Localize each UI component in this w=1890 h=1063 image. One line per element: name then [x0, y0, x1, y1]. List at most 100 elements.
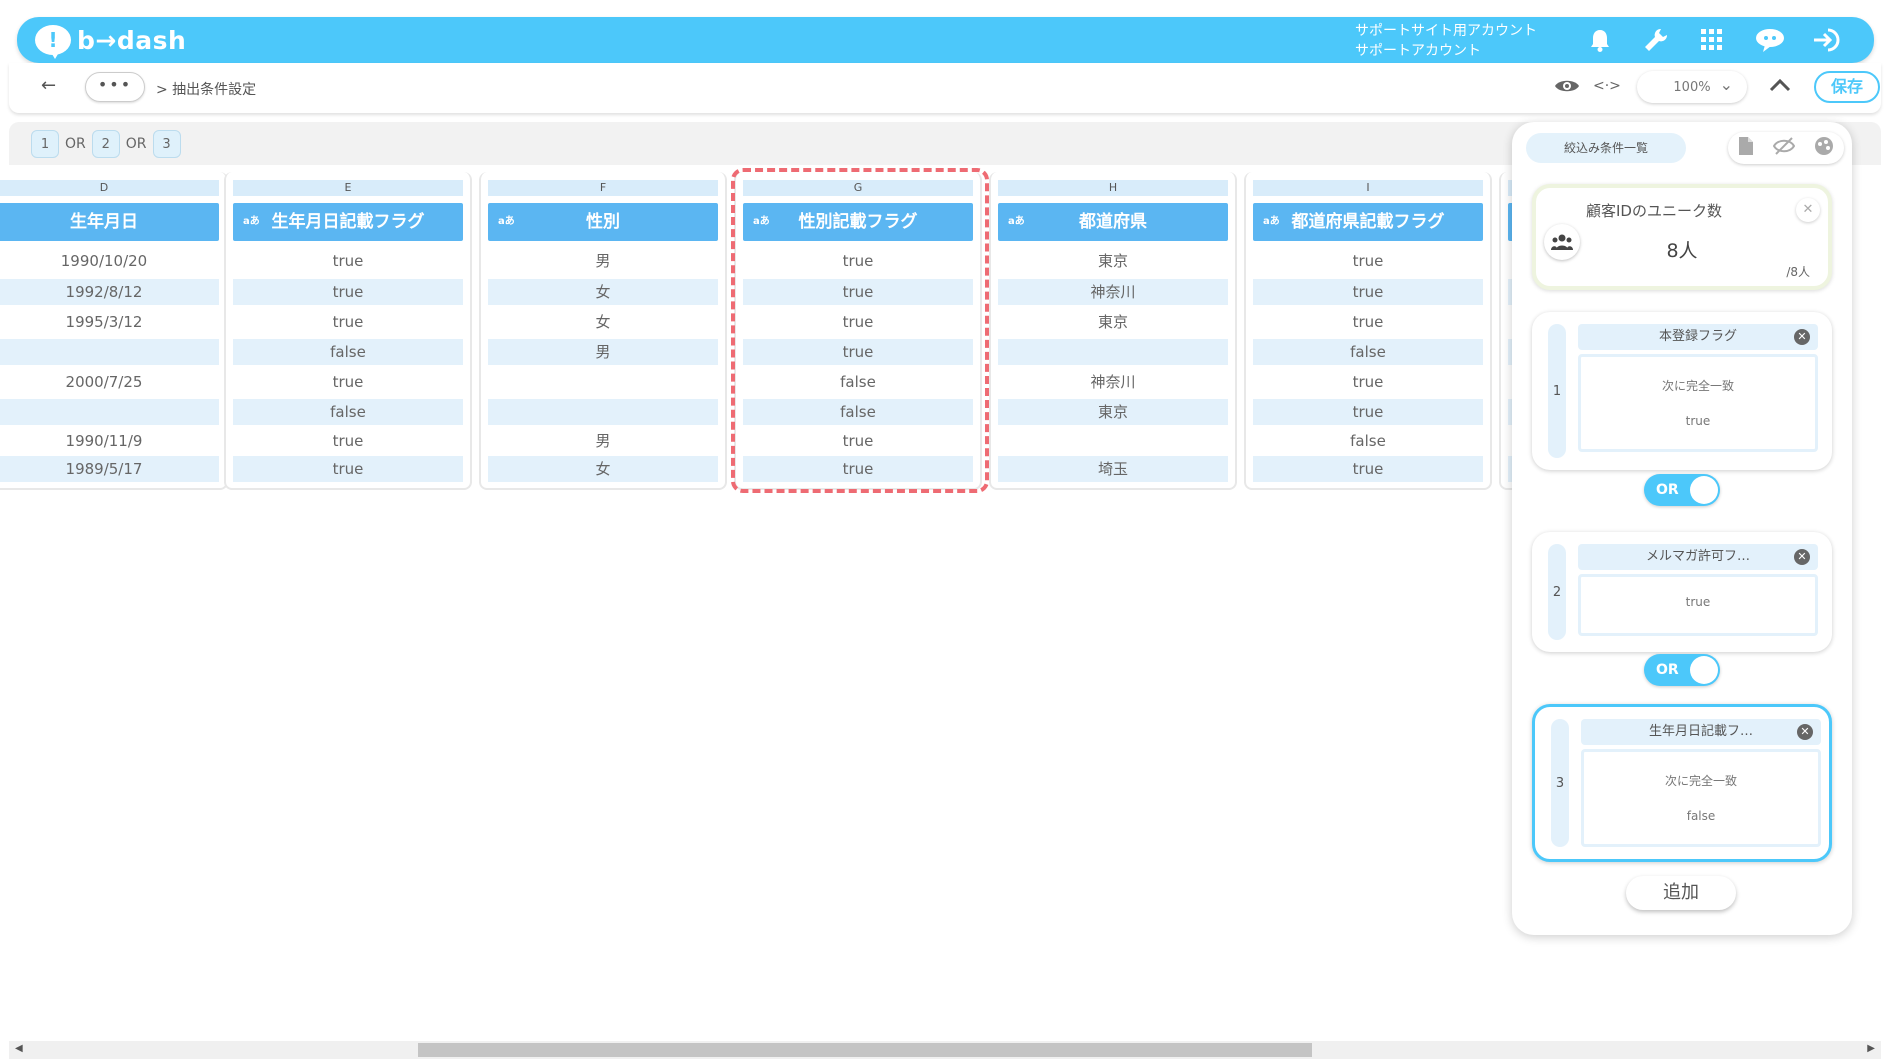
logout-icon[interactable]: [1812, 25, 1842, 55]
table-cell[interactable]: 神奈川: [998, 279, 1228, 305]
wrench-icon[interactable]: [1641, 25, 1671, 55]
toggle-label: OR: [1656, 662, 1679, 678]
toggle-label: OR: [1656, 482, 1679, 498]
table-cell[interactable]: false: [1253, 430, 1483, 452]
zoom-select[interactable]: 100% ⌄: [1637, 71, 1747, 103]
scroll-thumb[interactable]: [418, 1043, 1312, 1057]
bell-icon[interactable]: [1585, 25, 1615, 55]
app-logo[interactable]: ! b→dash: [35, 25, 186, 59]
table-cell[interactable]: 2000/7/25: [0, 369, 219, 395]
save-button[interactable]: 保存: [1814, 71, 1880, 103]
table-cell[interactable]: [488, 369, 718, 395]
table-cell[interactable]: 東京: [998, 248, 1228, 274]
column-header[interactable]: aあ 都道府県: [998, 203, 1228, 241]
column-header[interactable]: aあ 生年月日記載フラグ: [233, 203, 463, 241]
table-cell[interactable]: [0, 339, 219, 365]
column-header[interactable]: 生年月日: [0, 203, 219, 241]
table-cell[interactable]: true: [233, 309, 463, 335]
column-title: 生年月日: [70, 212, 138, 232]
table-cell[interactable]: true: [233, 279, 463, 305]
column-letter[interactable]: E: [233, 180, 463, 196]
account-info[interactable]: サポートサイト用アカウント サポートアカウント: [1355, 21, 1537, 61]
condition-value: true: [1685, 595, 1711, 609]
table-cell[interactable]: true: [233, 430, 463, 452]
table-cell[interactable]: false: [233, 339, 463, 365]
column-letter[interactable]: H: [998, 180, 1228, 196]
table-cell[interactable]: 1990/10/20: [0, 248, 219, 274]
table-cell[interactable]: [998, 339, 1228, 365]
table-cell[interactable]: 1989/5/17: [0, 456, 219, 482]
eye-icon[interactable]: [1554, 77, 1580, 99]
column-letter[interactable]: I: [1253, 180, 1483, 196]
table-cell[interactable]: true: [1253, 399, 1483, 425]
add-condition-button[interactable]: 追加: [1626, 876, 1736, 910]
condition-match: 次に完全一致: [1664, 774, 1737, 788]
condition-body[interactable]: 次に完全一致 false: [1581, 749, 1821, 847]
table-cell[interactable]: false: [1253, 339, 1483, 365]
apps-grid-icon[interactable]: [1697, 25, 1727, 55]
back-arrow-icon[interactable]: ←: [41, 75, 56, 96]
condition-body[interactable]: true: [1578, 574, 1818, 636]
table-cell[interactable]: [488, 399, 718, 425]
table-cell[interactable]: 男: [488, 430, 718, 452]
table-cell[interactable]: 1990/11/9: [0, 430, 219, 452]
condition-card-2[interactable]: 2 メルマガ許可フ… ✕ true: [1532, 532, 1832, 652]
eye-off-icon[interactable]: [1772, 136, 1796, 161]
text-type-icon: aあ: [1263, 216, 1280, 227]
horizontal-scrollbar[interactable]: ◀ ▶: [9, 1041, 1881, 1059]
table-cell[interactable]: [0, 399, 219, 425]
remove-condition-icon[interactable]: ✕: [1797, 724, 1813, 740]
table-cell[interactable]: [998, 430, 1228, 452]
table-cell[interactable]: true: [233, 248, 463, 274]
table-cell[interactable]: true: [1253, 248, 1483, 274]
table-cell[interactable]: true: [233, 369, 463, 395]
more-button[interactable]: •••: [85, 72, 145, 102]
table-cell[interactable]: 埼玉: [998, 456, 1228, 482]
condition-title: 生年月日記載フ… ✕: [1581, 719, 1821, 745]
scroll-right-icon[interactable]: ▶: [1867, 1043, 1875, 1054]
condition-card-3[interactable]: 3 生年月日記載フ… ✕ 次に完全一致 false: [1532, 704, 1832, 862]
remove-condition-icon[interactable]: ✕: [1794, 549, 1810, 565]
close-icon[interactable]: ✕: [1796, 198, 1820, 222]
column-title: 都道府県: [1079, 212, 1147, 232]
table-cell[interactable]: true: [1253, 279, 1483, 305]
table-cell[interactable]: true: [233, 456, 463, 482]
table-cell[interactable]: 1995/3/12: [0, 309, 219, 335]
table-cell[interactable]: 女: [488, 309, 718, 335]
table-cell[interactable]: true: [1253, 309, 1483, 335]
table-cell[interactable]: 神奈川: [998, 369, 1228, 395]
table-cell[interactable]: 女: [488, 456, 718, 482]
table-cell[interactable]: 1992/8/12: [0, 279, 219, 305]
column-D: D 生年月日 1990/10/20 1992/8/12 1995/3/12 2000/7/…: [0, 172, 228, 490]
table-cell[interactable]: true: [1253, 369, 1483, 395]
condition-chip-3[interactable]: 3: [152, 130, 181, 158]
condition-chip-2[interactable]: 2: [91, 130, 120, 158]
table-cell[interactable]: false: [233, 399, 463, 425]
chevron-up-icon[interactable]: [1768, 77, 1792, 97]
document-icon[interactable]: [1738, 136, 1754, 161]
condition-body[interactable]: 次に完全一致 true: [1578, 354, 1818, 452]
palette-icon[interactable]: [1814, 136, 1834, 161]
column-letter[interactable]: D: [0, 180, 219, 196]
logo-icon: !: [35, 25, 71, 59]
column-E: Eaあ 生年月日記載フラグ true true true false true false tr…: [224, 172, 472, 490]
column-header[interactable]: aあ 性別: [488, 203, 718, 241]
code-view-icon[interactable]: <·>: [1593, 78, 1621, 94]
condition-number: 2: [1548, 544, 1566, 640]
column-header[interactable]: aあ 都道府県記載フラグ: [1253, 203, 1483, 241]
scroll-left-icon[interactable]: ◀: [15, 1043, 23, 1054]
table-cell[interactable]: true: [1253, 456, 1483, 482]
remove-condition-icon[interactable]: ✕: [1794, 329, 1810, 345]
table-cell[interactable]: 男: [488, 248, 718, 274]
support-chat-icon[interactable]: [1755, 25, 1785, 55]
condition-chip-1[interactable]: 1: [31, 130, 59, 158]
or-toggle-2[interactable]: OR: [1644, 654, 1720, 686]
condition-match: 次に完全一致: [1661, 379, 1734, 393]
table-cell[interactable]: 男: [488, 339, 718, 365]
table-cell[interactable]: 東京: [998, 399, 1228, 425]
or-toggle-1[interactable]: OR: [1644, 474, 1720, 506]
table-cell[interactable]: 東京: [998, 309, 1228, 335]
column-letter[interactable]: F: [488, 180, 718, 196]
condition-card-1[interactable]: 1 本登録フラグ ✕ 次に完全一致 true: [1532, 312, 1832, 470]
table-cell[interactable]: 女: [488, 279, 718, 305]
